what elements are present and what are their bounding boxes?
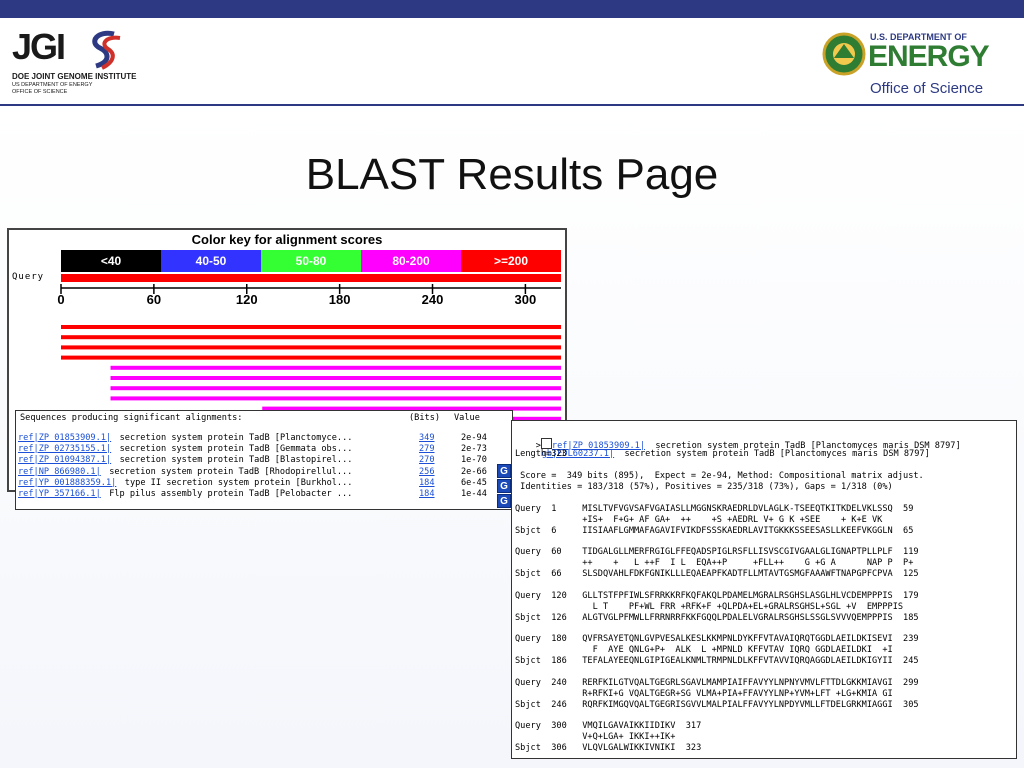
gene-link-icon[interactable]: G — [497, 464, 511, 478]
alignment-subject-line: Sbjct 66 SLSDQVAHLFDKFGNIKLLLEQAEAPFKADT… — [515, 569, 919, 580]
description-id-link[interactable]: ref|ZP_01853909.1| — [18, 433, 111, 444]
color-key-title: Color key for alignment scores — [191, 232, 383, 247]
alignment-match-line: F AYE QNLG+P+ ALK L +MPNLD KFFVTAV IQRQ … — [515, 645, 893, 656]
hit-bar[interactable] — [61, 335, 561, 340]
doe-logo-line3: Office of Science — [870, 80, 984, 97]
color-key-box: 50-80 — [261, 250, 361, 272]
alignment-score-line: Score = 349 bits (895), Expect = 2e-94, … — [515, 471, 924, 481]
jgi-logo-line3: OFFICE OF SCIENCE — [12, 89, 68, 95]
description-evalue: 2e-73 — [461, 444, 487, 455]
descriptions-panel: Sequences producing significant alignmen… — [15, 410, 513, 510]
top-banner-bar — [0, 0, 1024, 18]
alignment-match-line: +IS+ F+G+ AF GA+ ++ +S +AEDRL V+ G K +SE… — [515, 515, 883, 525]
alignment-identities-line: Identities = 183/318 (57%), Positives = … — [515, 482, 893, 492]
hit-bar[interactable] — [61, 345, 561, 350]
query-label: Query — [12, 272, 45, 282]
color-key-box: 80-200 — [361, 250, 461, 272]
descriptions-header: Sequences producing significant alignmen… — [20, 413, 243, 423]
color-key-box: <40 — [61, 250, 161, 272]
gene-link-icon[interactable]: G — [497, 494, 511, 508]
alignment-query-line: Query 180 QVFRSAYETQNLGVPVESALKESLKKMPNL… — [515, 634, 919, 645]
gene-link-icon[interactable]: G — [497, 479, 511, 493]
scale-tick-label: 300 — [514, 292, 537, 307]
query-scale — [60, 284, 561, 294]
description-evalue: 2e-94 — [461, 433, 487, 443]
scale-tick-label: 120 — [235, 292, 258, 307]
description-score-link[interactable]: 270 — [419, 455, 435, 466]
description-score-link[interactable]: 184 — [419, 489, 435, 500]
alignment-match-line: V+Q+LGA+ IKKI++IK+ — [515, 732, 676, 742]
alignment-subject-line: Sbjct 306 VLQVLGALWIKKIVNIKI 323 — [515, 743, 702, 753]
description-evalue: 6e-45 — [461, 477, 487, 488]
hit-bar[interactable] — [110, 365, 561, 370]
hit-bar[interactable] — [110, 396, 561, 401]
alignment-query-line: Query 60 TIDGALGLLMERFRGIGLFFEQADSPIGLRS… — [515, 547, 919, 558]
jgi-logo-line2: US DEPARTMENT OF ENERGY — [12, 82, 93, 88]
description-evalue: 2e-66 — [461, 466, 487, 477]
evalue-column-header: Value — [454, 413, 480, 423]
alignment-panel: > ref|ZP_01853909.1| secretion system pro… — [511, 420, 1017, 759]
doe-logo: U.S. DEPARTMENT OF ENERGY Office of Scie… — [822, 30, 1012, 100]
description-text: secretion system protein TadB [Blastopir… — [119, 455, 353, 466]
jgi-swoosh-icon — [92, 30, 121, 70]
page-title: BLAST Results Page — [305, 150, 719, 199]
hit-bar[interactable] — [110, 386, 561, 391]
hit-bar[interactable] — [61, 325, 561, 329]
hit-bar[interactable] — [110, 376, 561, 380]
description-text: Flp pilus assembly protein TadB [Pelobac… — [109, 489, 353, 499]
alignment-subject-line: Sbjct 6 IISIAAFLGMMAFAGAVIFVIKDFSSSKAEDR… — [515, 526, 914, 536]
description-id-link[interactable]: ref|ZP_01094387.1| — [18, 455, 111, 466]
alignment-match-line: ++ + L ++F I L EQA++P +FLL++ G +G A NAP … — [515, 558, 914, 569]
description-id-link[interactable]: ref|NP_866980.1| — [18, 467, 101, 478]
alignment-length: Length=323 — [515, 449, 567, 459]
description-id-link[interactable]: ref|ZP_02735155.1| — [18, 444, 111, 455]
scale-tick-label: 240 — [421, 292, 444, 307]
alignment-subject-line: Sbjct 246 RQRFKIMGQVQALTGEGRISGVVLMALPIA… — [515, 699, 919, 710]
description-score-link[interactable]: 256 — [419, 467, 435, 478]
scale-tick-label: 0 — [57, 292, 65, 307]
jgi-logo-letters: JGI — [12, 26, 66, 67]
description-id-link[interactable]: ref|YP_001888359.1| — [18, 478, 116, 489]
color-key-box: 40-50 — [161, 250, 261, 272]
alignment-query-line: Query 240 RERFKILGTVQALTGEGRLSGAVLMAMPIA… — [515, 677, 919, 688]
description-score-link[interactable]: 184 — [419, 478, 435, 489]
doe-logo-line2: ENERGY — [868, 40, 990, 73]
alignment-query-line: Query 300 VMQILGAVAIKKIIDIKV 317 — [515, 721, 702, 731]
description-score-link[interactable]: 279 — [419, 444, 435, 455]
description-text: secretion system protein TadB [Rhodopire… — [109, 466, 353, 477]
alignment-query-line: Query 1 MISLTVFVGVSAFVGAIASLLMGGNSKRAEDR… — [515, 504, 914, 514]
description-text: type II secretion system protein [Burkho… — [124, 477, 353, 488]
alignment-match-line: R+RFKI+G VQALTGEGR+SG VLMA+PIA+FFAVYYLNP… — [515, 688, 893, 699]
alignment-subject-line: Sbjct 126 ALGTVGLPFMWLLFRRNRRFKKFGQQLPDA… — [515, 612, 919, 623]
description-text: secretion system protein TadB [Planctomy… — [119, 433, 353, 443]
description-text: secretion system protein TadB [Gemmata o… — [119, 444, 353, 455]
alignment-subject-line: Sbjct 186 TEFALAYEEQNLGIPIGEALKNMLTRMPNL… — [515, 656, 919, 667]
description-evalue: 1e-44 — [461, 489, 487, 499]
query-bar — [61, 274, 561, 282]
bits-column-header: (Bits) — [409, 413, 441, 423]
hit-bar[interactable] — [61, 355, 561, 360]
jgi-logo-line1: DOE JOINT GENOME INSTITUTE — [12, 72, 137, 81]
description-score-link[interactable]: 349 — [419, 433, 435, 444]
scale-tick-label: 180 — [328, 292, 351, 307]
alignment-match-line: L T PF+WL FRR +RFK+F +QLPDA+EL+GRALRSGHS… — [515, 601, 904, 612]
doe-seal-icon — [822, 32, 866, 76]
alignment-gb-desc: secretion system protein TadB [Planctomy… — [614, 449, 930, 459]
color-key-box: >=200 — [461, 250, 561, 272]
jgi-logo: JGI DOE JOINT GENOME INSTITUTE US DEPART… — [10, 28, 140, 98]
alignment-query-line: Query 120 GLLTSTFPFIWLSFRRKKRFKQFAKQLPDA… — [515, 590, 919, 601]
description-evalue: 1e-70 — [461, 455, 487, 466]
description-id-link[interactable]: ref|YP_357166.1| — [18, 489, 101, 500]
scale-tick-label: 60 — [146, 292, 162, 307]
